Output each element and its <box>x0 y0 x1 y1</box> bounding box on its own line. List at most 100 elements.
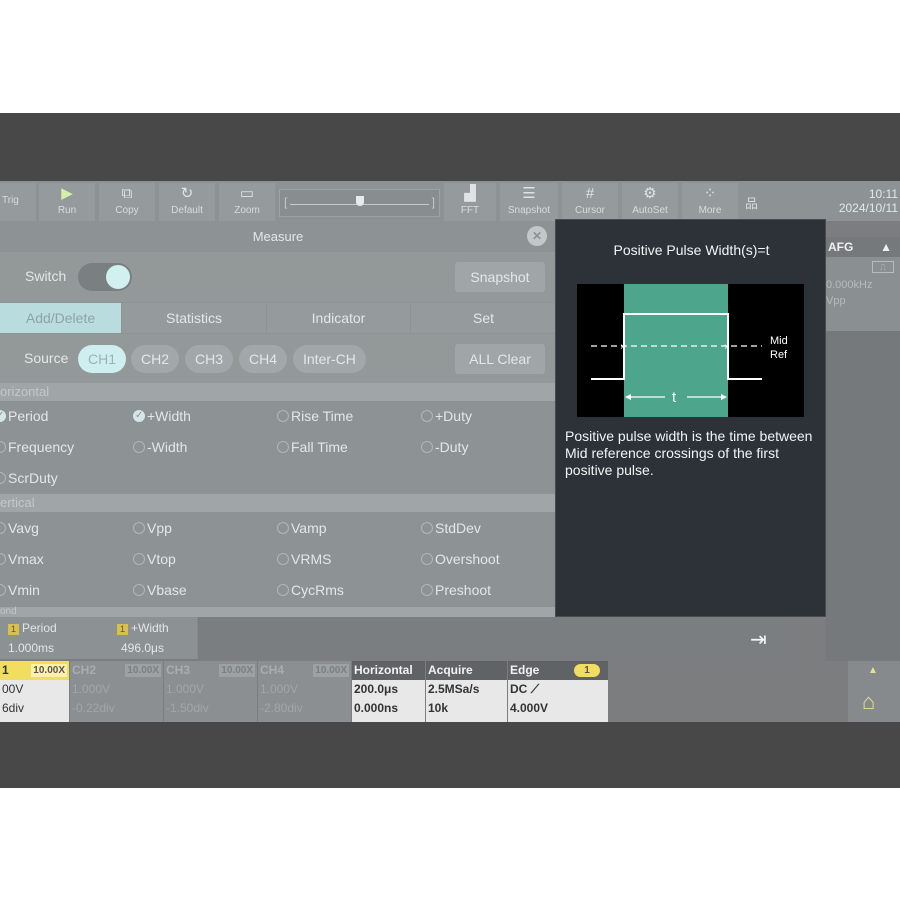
copy-button[interactable]: ⧉ Copy <box>99 183 155 221</box>
measure-switch-toggle[interactable] <box>78 263 132 291</box>
measurement-readout[interactable]: 1 Period 1.000ms 1 +Width 496.0μs <box>0 617 197 659</box>
option-overshoot[interactable]: Overshoot <box>421 549 500 569</box>
rising-edge-icon: ⟋ <box>530 682 540 696</box>
option-stddev[interactable]: StdDev <box>421 518 481 538</box>
radio-icon <box>0 522 6 534</box>
zoom-icon: ▭ <box>239 185 255 202</box>
info-title: Positive Pulse Width(s)=t <box>613 242 770 258</box>
channel-2[interactable]: CH2 10.00X 1.000V -0.22div <box>70 661 163 722</box>
option-vavg[interactable]: Vavg <box>0 518 39 538</box>
acquire-depth: 10k <box>428 701 449 715</box>
default-button[interactable]: ↻ Default <box>159 183 215 221</box>
trigger-coupling-row: DC ⟋ <box>510 680 608 699</box>
radio-checked-icon <box>0 406 6 426</box>
section-vertical: ertical <box>0 494 556 512</box>
option-minus-duty[interactable]: -Duty <box>421 437 468 457</box>
option-scrduty[interactable]: ScrDuty <box>0 468 58 488</box>
tab-set[interactable]: Set <box>411 303 556 333</box>
tab-statistics[interactable]: Statistics <box>122 303 266 333</box>
tab-indicator[interactable]: Indicator <box>267 303 410 333</box>
channel-4-offset: -2.80div <box>260 701 303 715</box>
channel-2-offset: -0.22div <box>72 701 115 715</box>
clock-time: 10:11 <box>868 187 898 201</box>
option-fall-time[interactable]: Fall Time <box>277 437 348 457</box>
option-vmin[interactable]: Vmin <box>0 580 40 600</box>
toggle-knob <box>106 265 130 289</box>
afg-header[interactable]: AFG ▲ <box>826 237 900 257</box>
option-period[interactable]: Period <box>0 406 48 426</box>
crossing-marker-left: × <box>620 342 626 353</box>
trigger-panel[interactable]: Edge 1 DC ⟋ 4.000V <box>508 661 608 722</box>
channel-2-header: CH2 10.00X <box>70 661 163 680</box>
source-ch4[interactable]: CH4 <box>239 345 288 373</box>
option-label: Period <box>8 408 49 424</box>
radio-icon <box>421 522 433 534</box>
snapshot-button[interactable]: Snapshot <box>455 262 545 292</box>
channel-4-volts: 1.000V <box>260 682 299 696</box>
option-plus-duty[interactable]: +Duty <box>421 406 472 426</box>
radio-icon <box>277 410 289 422</box>
option-vmax[interactable]: Vmax <box>0 549 44 569</box>
horizontal-panel[interactable]: Horizontal 200.0μs 0.000ns <box>352 661 425 722</box>
option-label: Vpp <box>147 520 172 536</box>
afg-frequency: 0.000kHz <box>826 279 873 291</box>
tab-add-delete[interactable]: Add/Delete <box>0 303 121 333</box>
horizontal-body: 200.0μs 0.000ns <box>352 680 425 722</box>
option-frequency[interactable]: Frequency <box>0 437 74 457</box>
source-ch2[interactable]: CH2 <box>131 345 180 373</box>
more-button[interactable]: ⁘ More <box>682 183 738 221</box>
trigger-label: Edge <box>510 663 540 677</box>
snapshot-toolbar-button[interactable]: ☰ Snapshot <box>500 183 558 221</box>
right-side-panel: AFG ▲ ⎍ 0.000kHz Vpp <box>826 237 900 721</box>
option-vbase[interactable]: Vbase <box>133 580 187 600</box>
source-ch1[interactable]: CH1 <box>78 345 127 373</box>
option-vamp[interactable]: Vamp <box>277 518 327 538</box>
source-inter-ch[interactable]: Inter-CH <box>293 345 366 373</box>
option-label: +Width <box>147 408 191 424</box>
option-rise-time[interactable]: Rise Time <box>277 406 353 426</box>
close-icon[interactable]: ✕ <box>527 226 547 246</box>
option-vpp[interactable]: Vpp <box>133 518 172 538</box>
section-next: ond <box>0 607 556 617</box>
option-label: CycRms <box>291 582 344 598</box>
readout-width: 1 +Width <box>117 621 169 635</box>
more-icon: ⁘ <box>703 185 717 202</box>
afg-amplitude: Vpp <box>826 295 846 307</box>
readout-number: 1 <box>8 624 19 635</box>
acquire-panel[interactable]: Acquire 2.5MSa/s 10k <box>426 661 507 722</box>
cursor-button[interactable]: # Cursor <box>562 183 618 221</box>
channel-2-body: 1.000V -0.22div <box>70 680 163 722</box>
option-preshoot[interactable]: Preshoot <box>421 580 491 600</box>
option-plus-width[interactable]: +Width <box>133 406 191 426</box>
option-vtop[interactable]: Vtop <box>133 549 176 569</box>
exit-icon[interactable]: ⇥ <box>750 627 767 652</box>
toolbar: Trig ▶ Run ⧉ Copy ↻ Default ▭ Zoom [ ] ▟… <box>0 181 900 221</box>
channel-1[interactable]: 1 10.00X 00V 6div <box>0 661 69 722</box>
timeline-slider[interactable]: [ ] <box>279 189 440 217</box>
channel-4[interactable]: CH4 10.00X 1.000V -2.80div <box>258 661 351 722</box>
all-clear-button[interactable]: ALL Clear <box>455 344 545 374</box>
channel-2-name: CH2 <box>72 663 97 677</box>
radio-icon <box>133 584 145 596</box>
trigger-source-badge: 1 <box>574 664 600 677</box>
option-label: Vavg <box>8 520 39 536</box>
option-cycrms[interactable]: CycRms <box>277 580 344 600</box>
readout-number: 1 <box>117 624 128 635</box>
snapshot-icon: ☰ <box>522 185 536 202</box>
fft-button[interactable]: ▟ FFT <box>444 183 496 221</box>
zoom-button[interactable]: ▭ Zoom <box>219 183 275 221</box>
option-minus-width[interactable]: -Width <box>133 437 187 457</box>
radio-icon <box>277 584 289 596</box>
option-vrms[interactable]: VRMS <box>277 549 331 569</box>
autoset-button[interactable]: ⚙ AutoSet <box>622 183 678 221</box>
source-ch3[interactable]: CH3 <box>185 345 234 373</box>
trig-button[interactable]: Trig <box>0 183 36 221</box>
run-button[interactable]: ▶ Run <box>39 183 95 221</box>
option-label: Overshoot <box>435 551 500 567</box>
timeline-marker-icon[interactable] <box>356 196 364 206</box>
home-button[interactable]: ▲ ⌂ <box>848 661 900 722</box>
option-label: Preshoot <box>435 582 492 598</box>
run-label: Run <box>57 205 77 216</box>
channel-3[interactable]: CH3 10.00X 1.000V -1.50div <box>164 661 257 722</box>
afg-box[interactable]: ⎍ 0.000kHz Vpp <box>826 257 900 331</box>
